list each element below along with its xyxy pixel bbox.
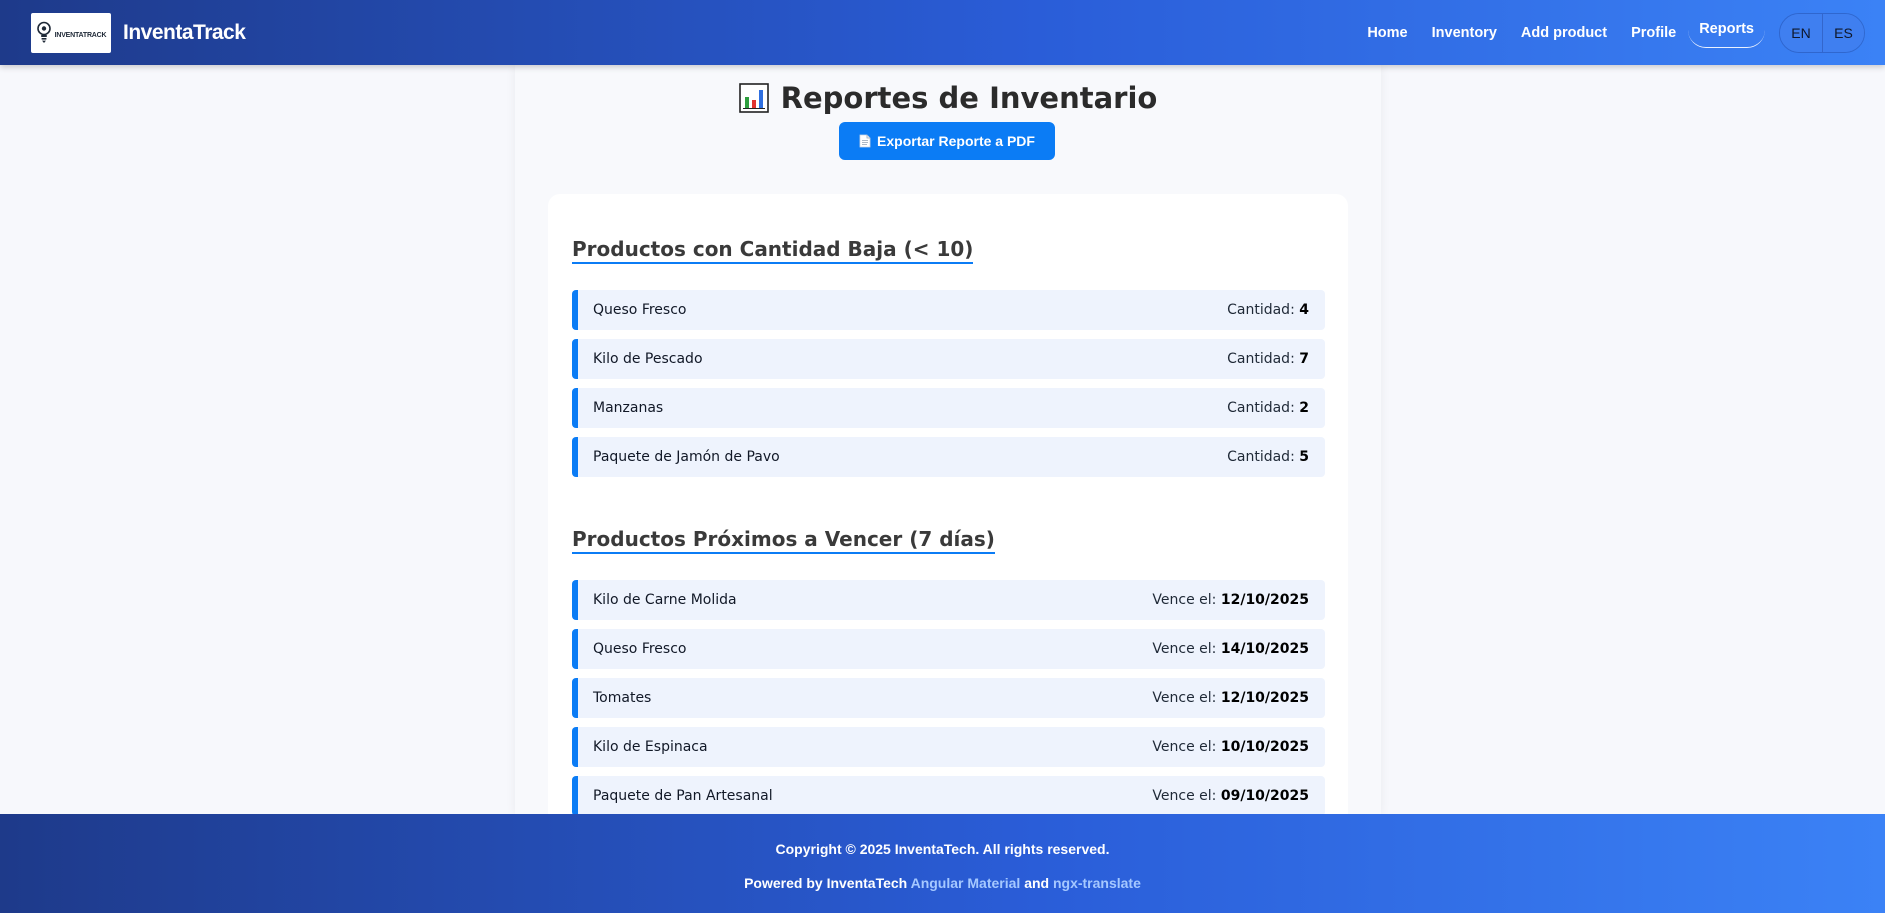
list-item: Kilo de Espinaca Vence el: 10/10/2025 bbox=[572, 727, 1325, 767]
product-name: Manzanas bbox=[593, 400, 664, 416]
expiry-date: Vence el: 12/10/2025 bbox=[1152, 690, 1309, 706]
expiring-title: Productos Próximos a Vencer (7 días) bbox=[572, 527, 995, 554]
export-pdf-button[interactable]: Exportar Reporte a PDF bbox=[839, 122, 1055, 160]
nav-home[interactable]: Home bbox=[1355, 15, 1419, 51]
lightbulb-icon bbox=[36, 21, 51, 43]
expiry-date: Vence el: 12/10/2025 bbox=[1152, 592, 1309, 608]
quantity-label: Cantidad: bbox=[1227, 400, 1295, 416]
report-card: Productos con Cantidad Baja (< 10) Queso… bbox=[548, 194, 1348, 834]
brand-name[interactable]: InventaTrack bbox=[123, 21, 246, 45]
nav-reports[interactable]: Reports bbox=[1688, 12, 1765, 48]
product-name: Tomates bbox=[593, 690, 652, 706]
expiry-value: 12/10/2025 bbox=[1220, 690, 1309, 706]
reports-panel: Reportes de Inventario Exportar Reporte … bbox=[515, 65, 1381, 834]
page-title-text: Reportes de Inventario bbox=[780, 81, 1158, 115]
expiry-value: 10/10/2025 bbox=[1220, 739, 1309, 755]
quantity-label: Cantidad: bbox=[1227, 302, 1295, 318]
export-pdf-label: Exportar Reporte a PDF bbox=[877, 133, 1035, 149]
ngx-translate-link[interactable]: ngx-translate bbox=[1053, 875, 1141, 891]
language-es-button[interactable]: ES bbox=[1822, 13, 1864, 52]
list-item: Paquete de Pan Artesanal Vence el: 09/10… bbox=[572, 776, 1325, 816]
expiry-label: Vence el: bbox=[1152, 592, 1217, 608]
expiring-list: Kilo de Carne Molida Vence el: 12/10/202… bbox=[572, 580, 1325, 825]
list-item: Manzanas Cantidad: 2 bbox=[572, 388, 1325, 428]
product-name: Kilo de Espinaca bbox=[593, 739, 708, 755]
quantity-value: 7 bbox=[1299, 351, 1309, 367]
quantity-value: 5 bbox=[1299, 449, 1309, 465]
product-name: Kilo de Pescado bbox=[593, 351, 703, 367]
quantity-value: 4 bbox=[1299, 302, 1309, 318]
product-name: Kilo de Carne Molida bbox=[593, 592, 737, 608]
list-item: Kilo de Carne Molida Vence el: 12/10/202… bbox=[572, 580, 1325, 620]
nav-profile[interactable]: Profile bbox=[1619, 15, 1688, 51]
nav-inventory[interactable]: Inventory bbox=[1420, 15, 1509, 51]
bar-chart-icon bbox=[738, 83, 769, 113]
low-stock-title: Productos con Cantidad Baja (< 10) bbox=[572, 237, 974, 264]
expiry-label: Vence el: bbox=[1152, 690, 1217, 706]
list-item: Paquete de Jamón de Pavo Cantidad: 5 bbox=[572, 437, 1325, 477]
product-name: Queso Fresco bbox=[593, 302, 687, 318]
document-icon bbox=[859, 134, 871, 148]
language-en-button[interactable]: EN bbox=[1780, 13, 1822, 52]
expiry-date: Vence el: 10/10/2025 bbox=[1152, 739, 1309, 755]
list-item: Kilo de Pescado Cantidad: 7 bbox=[572, 339, 1325, 379]
angular-material-link[interactable]: Angular Material bbox=[911, 875, 1021, 891]
list-item: Queso Fresco Vence el: 14/10/2025 bbox=[572, 629, 1325, 669]
expiry-label: Vence el: bbox=[1152, 788, 1217, 804]
footer: Copyright © 2025 InventaTech. All rights… bbox=[0, 814, 1885, 913]
expiry-date: Vence el: 14/10/2025 bbox=[1152, 641, 1309, 657]
top-navbar: INVENTATRACK InventaTrack Home Inventory… bbox=[0, 0, 1885, 65]
quantity: Cantidad: 5 bbox=[1227, 449, 1309, 465]
quantity: Cantidad: 2 bbox=[1227, 400, 1309, 416]
expiry-label: Vence el: bbox=[1152, 641, 1217, 657]
logo[interactable]: INVENTATRACK bbox=[31, 12, 111, 53]
page-title: Reportes de Inventario bbox=[515, 81, 1381, 115]
nav-add-product[interactable]: Add product bbox=[1509, 15, 1619, 51]
copyright-text: Copyright © 2025 InventaTech. All rights… bbox=[775, 841, 1110, 857]
powered-by-prefix: Powered by InventaTech bbox=[744, 875, 908, 891]
main-nav: Home Inventory Add product Profile Repor… bbox=[1355, 12, 1865, 53]
quantity-label: Cantidad: bbox=[1227, 351, 1295, 367]
language-toggle: EN ES bbox=[1779, 12, 1865, 53]
logo-text: INVENTATRACK bbox=[54, 32, 107, 39]
expiry-label: Vence el: bbox=[1152, 739, 1217, 755]
list-item: Queso Fresco Cantidad: 4 bbox=[572, 290, 1325, 330]
low-stock-list: Queso Fresco Cantidad: 4 Kilo de Pescado… bbox=[572, 290, 1325, 486]
product-name: Queso Fresco bbox=[593, 641, 687, 657]
powered-by-text: Powered by InventaTech Angular Material … bbox=[0, 875, 1885, 891]
quantity: Cantidad: 4 bbox=[1227, 302, 1309, 318]
quantity-value: 2 bbox=[1299, 400, 1309, 416]
list-item: Tomates Vence el: 12/10/2025 bbox=[572, 678, 1325, 718]
powered-by-and: and bbox=[1024, 875, 1050, 891]
product-name: Paquete de Jamón de Pavo bbox=[593, 449, 780, 465]
product-name: Paquete de Pan Artesanal bbox=[593, 788, 773, 804]
quantity-label: Cantidad: bbox=[1227, 449, 1295, 465]
expiry-value: 12/10/2025 bbox=[1220, 592, 1309, 608]
expiry-value: 09/10/2025 bbox=[1220, 788, 1309, 804]
quantity: Cantidad: 7 bbox=[1227, 351, 1309, 367]
expiry-date: Vence el: 09/10/2025 bbox=[1152, 788, 1309, 804]
expiry-value: 14/10/2025 bbox=[1220, 641, 1309, 657]
